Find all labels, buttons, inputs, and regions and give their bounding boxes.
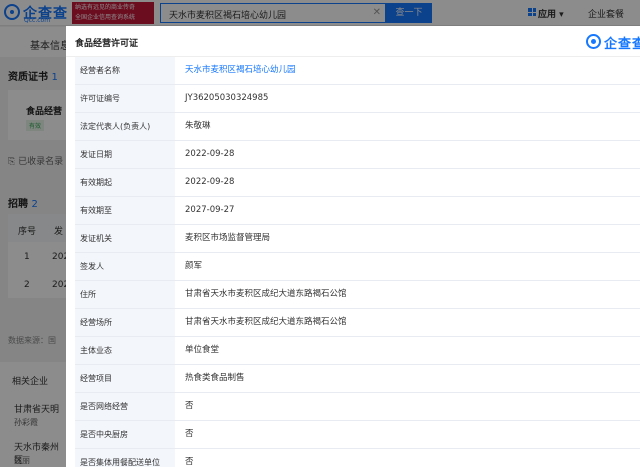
info-row-online: 是否网络经营 否: [75, 393, 640, 421]
row-label: 主体业态: [75, 337, 175, 364]
info-row-premises: 经营场所 甘肃省天水市麦积区成纪大道东路褐石公馆: [75, 309, 640, 337]
row-value: 热食类食品制售: [185, 373, 245, 383]
info-row-valid-from: 有效期起 2022-09-28: [75, 169, 640, 197]
license-modal: 食品经营许可证 企查查 经营者名称 天水市麦积区褐石培心幼儿园 许可证编号 JY…: [66, 26, 640, 467]
row-value: JY36205030324985: [185, 93, 269, 103]
row-label: 经营者名称: [75, 57, 175, 84]
row-label: 住所: [75, 281, 175, 308]
info-row-license-no: 许可证编号 JY36205030324985: [75, 85, 640, 113]
info-row-valid-to: 有效期至 2027-09-27: [75, 197, 640, 225]
row-label: 签发人: [75, 253, 175, 280]
row-label: 许可证编号: [75, 85, 175, 112]
info-row-address: 住所 甘肃省天水市麦积区成纪大道东路褐石公馆: [75, 281, 640, 309]
operator-name-link[interactable]: 天水市麦积区褐石培心幼儿园: [185, 57, 296, 84]
info-row-issuer: 签发人 颜军: [75, 253, 640, 281]
modal-header: 食品经营许可证 企查查: [66, 26, 640, 57]
row-value: 否: [185, 429, 194, 439]
row-value: 2027-09-27: [185, 205, 235, 215]
info-row-central-kitchen: 是否中央厨房 否: [75, 421, 640, 449]
row-label: 是否集体用餐配送单位: [75, 449, 175, 467]
row-value: 否: [185, 401, 194, 411]
info-row-group-catering: 是否集体用餐配送单位 否: [75, 449, 640, 467]
row-value: 2022-09-28: [185, 177, 235, 187]
modal-logo-text: 企查查: [604, 37, 640, 52]
row-label: 经营项目: [75, 365, 175, 392]
info-row-business-type: 主体业态 单位食堂: [75, 337, 640, 365]
info-row-issuing-authority: 发证机关 麦积区市场监督管理局: [75, 225, 640, 253]
row-label: 法定代表人(负责人): [75, 113, 175, 140]
modal-logo: 企查查: [586, 32, 640, 52]
row-value: 否: [185, 457, 194, 467]
row-value: 朱敬琳: [185, 121, 211, 131]
info-row-issue-date: 发证日期 2022-09-28: [75, 141, 640, 169]
row-label: 是否网络经营: [75, 393, 175, 420]
row-value: 单位食堂: [185, 345, 220, 355]
info-row-operator-name: 经营者名称 天水市麦积区褐石培心幼儿园: [75, 57, 640, 85]
row-label: 有效期至: [75, 197, 175, 224]
row-value: 麦积区市场监督管理局: [185, 233, 271, 243]
row-value: 甘肃省天水市麦积区成纪大道东路褐石公馆: [185, 289, 347, 299]
row-value: 甘肃省天水市麦积区成纪大道东路褐石公馆: [185, 317, 347, 327]
row-label: 发证机关: [75, 225, 175, 252]
logo-mark-icon: [586, 34, 601, 49]
info-row-business-items: 经营项目 热食类食品制售: [75, 365, 640, 393]
row-label: 有效期起: [75, 169, 175, 196]
info-row-legal-rep: 法定代表人(负责人) 朱敬琳: [75, 113, 640, 141]
row-label: 发证日期: [75, 141, 175, 168]
row-value: 2022-09-28: [185, 149, 235, 159]
row-label: 经营场所: [75, 309, 175, 336]
row-label: 是否中央厨房: [75, 421, 175, 448]
row-value: 颜军: [185, 261, 203, 271]
modal-title: 食品经营许可证: [75, 39, 139, 49]
